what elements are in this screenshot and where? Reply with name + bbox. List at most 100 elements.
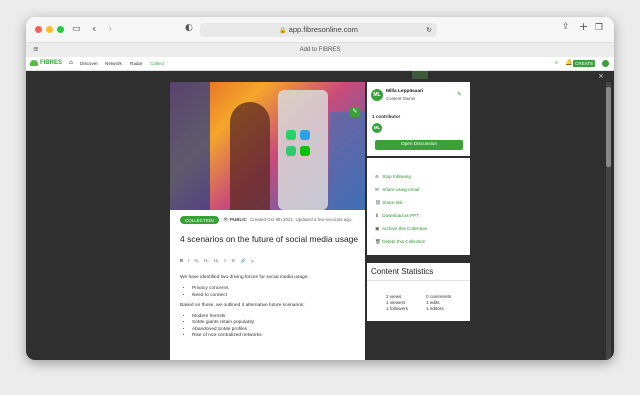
stat-edits: 1 edits [426,300,440,305]
collection-card: ✎ COLLECTION 👁 PUBLIC Created Oct 8th 20… [170,82,365,360]
visibility-label[interactable]: PUBLIC [230,217,247,222]
contributor-avatar[interactable]: ML [372,123,382,133]
statistics-title: Content Statistics [371,267,434,276]
zoom-window-button[interactable] [57,26,64,33]
action-label: Share using email [382,187,420,192]
action-label: Stop following [382,174,411,179]
hero-app-icon-green-2 [286,146,296,156]
active-tab-title[interactable]: Add to FIBRES [300,47,341,53]
contributors-label: 1 contributor [372,114,401,119]
backdrop-highlight [412,71,428,79]
stat-viewers: 1 viewers [386,300,406,305]
tab-overview-icon[interactable]: ❐ [595,24,603,33]
timestamp: Created Oct 8th 2021, Updated a few seco… [250,217,353,223]
tab-menu-icon[interactable]: ≡ [33,46,39,53]
sidebar-toggle-icon[interactable]: ▭ [72,25,81,34]
url-text: app.fibresonline.com [288,25,358,34]
forces-list: Privacy concerns Need to connect [180,286,358,299]
email-icon: ✉ [375,188,379,193]
list-item: Need to connect [192,293,358,299]
hero-app-icon-green [286,130,296,140]
owner-card: ML Milla Leppäsaari Content Owner ✎ 1 co… [367,82,470,156]
collection-body[interactable]: We have identified two driving forces fo… [180,275,358,343]
share-icon[interactable]: ⇪ [562,23,570,32]
action-share-email[interactable]: ✉ Share using email [375,187,419,193]
address-bar[interactable]: 🔒 app.fibresonline.com ↻ [200,23,437,37]
stat-views: 2 views [386,294,402,299]
browser-window: ▭ ‹ › ◐ 🔒 app.fibresonline.com ↻ ⇪ + ❐ ≡… [26,17,614,360]
cover-image: ✎ [170,82,365,210]
nav-network[interactable]: Network [105,61,122,66]
link-icon: ⛓ [375,201,381,206]
reload-icon[interactable]: ↻ [426,23,432,37]
collection-meta: COLLECTION 👁 PUBLIC Created Oct 8th 2021… [180,216,353,224]
action-label: Archive this Collection [382,226,428,231]
h3-button[interactable]: H₃ [214,258,219,263]
privacy-shield-icon[interactable]: ◐ [185,24,193,33]
indent-button[interactable]: ↳ [251,258,255,263]
italic-button[interactable]: I [188,258,189,263]
scenarios-list: Modern hermits SoMe giants retain popula… [180,314,358,339]
scrollbar-thumb[interactable] [606,87,611,167]
new-tab-icon[interactable]: + [579,21,588,32]
forward-icon[interactable]: › [108,23,112,34]
browser-titlebar: ▭ ‹ › ◐ 🔒 app.fibresonline.com ↻ ⇪ + ❐ [26,17,614,42]
minimize-window-button[interactable] [46,26,53,33]
edit-owner-icon[interactable]: ✎ [457,91,462,98]
fibres-logo-icon[interactable] [30,60,38,66]
owner-name[interactable]: Milla Leppäsaari [386,89,423,94]
h2-button[interactable]: H₂ [204,258,209,263]
person-minus-icon: ⊖ [375,175,379,180]
create-button[interactable]: CREATE [573,60,596,67]
collection-title[interactable]: 4 scenarios on the future of social medi… [180,234,360,244]
tab-bar: ≡ Add to FIBRES [26,42,614,58]
owner-role: Content Owner [386,96,416,101]
edit-cover-icon[interactable]: ✎ [350,107,360,117]
lock-icon: 🔒 [279,28,287,34]
text-format-toolbar: B I H₁ H₂ H₃ ≡ ☰ 🔗 ↳ [180,258,258,264]
user-avatar[interactable] [602,60,609,67]
scenarios-intro-text: Based on those, we outlined 4 alternativ… [180,302,305,308]
h1-button[interactable]: H₁ [195,258,199,263]
archive-icon: ▣ [375,227,380,232]
actions-card: ⊖ Stop following ✉ Share using email ⛓ S… [367,158,470,255]
back-icon[interactable]: ‹ [92,23,96,34]
collection-badge: COLLECTION [180,216,219,224]
notification-bell-icon[interactable]: 🔔 [565,60,572,66]
close-modal-icon[interactable]: × [598,73,604,80]
statistics-card: Content Statistics 2 views 1 viewers 1 f… [367,263,470,321]
nav-discover[interactable]: Discover [80,61,98,66]
stat-followers: 1 followers [386,306,408,311]
bullet-list-button[interactable]: ☰ [232,258,236,263]
nav-radar[interactable]: Radar [130,61,143,66]
intro-text: We have identified two driving forces fo… [180,275,309,280]
home-icon[interactable]: ⌂ [69,60,73,66]
close-window-button[interactable] [35,26,42,33]
action-download-ppt[interactable]: ⬇ Download as PPT [375,213,419,219]
app-navbar: FIBRES ⌂ Discover Network Radar Collect … [26,57,614,71]
nav-collect[interactable]: Collect [150,61,164,66]
hero-app-icon-blue [300,130,310,140]
ordered-list-button[interactable]: ≡ [224,258,226,263]
link-button[interactable]: 🔗 [240,258,245,264]
statistics-divider [367,280,470,281]
action-delete[interactable]: 🗑 Delete this Collection [375,239,425,245]
open-discussion-button[interactable]: Open Discussion [375,140,463,150]
action-archive[interactable]: ▣ Archive this Collection [375,226,427,232]
hero-sky-panel [330,112,365,210]
trash-icon: 🗑 [375,240,381,245]
search-icon[interactable]: ⌕ [555,60,558,66]
brand-name[interactable]: FIBRES [40,60,62,66]
hero-dark-panel [170,82,210,210]
list-item: Rise of non-centralized networks [192,333,358,339]
action-label: Download as PPT [382,213,420,218]
stat-editors: 1 editors [426,306,444,311]
stat-comments: 0 comments [426,294,452,299]
hero-person-silhouette [230,102,270,210]
action-stop-following[interactable]: ⊖ Stop following [375,174,411,180]
action-share-link[interactable]: ⛓ Share link [375,200,403,206]
page-scrollbar[interactable] [606,82,611,360]
eye-icon: 👁 [223,218,229,224]
owner-avatar[interactable]: ML [371,89,383,101]
bold-button[interactable]: B [180,258,183,263]
